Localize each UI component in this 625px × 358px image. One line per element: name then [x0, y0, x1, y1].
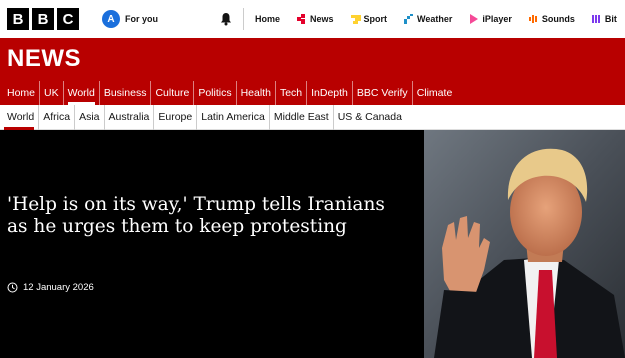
topnav-news[interactable]: News [297, 14, 334, 24]
topnav-weather-label: Weather [417, 14, 453, 24]
main-nav: Home UK World Business Culture Politics … [0, 81, 456, 105]
topnav-bitesize[interactable]: Bit [591, 14, 617, 24]
world-subnav: World Africa Asia Australia Europe Latin… [0, 104, 625, 130]
subnav-australia[interactable]: Australia [105, 104, 155, 130]
topnav-iplayer-label: iPlayer [482, 14, 512, 24]
hero-headline[interactable]: 'Help is on its way,' Trump tells Irania… [7, 194, 402, 238]
topnav-home-label: Home [255, 14, 281, 24]
topnav-sport-label: Sport [363, 14, 388, 24]
news-icon [297, 14, 306, 24]
hero-date: 12 January 2026 [23, 282, 94, 293]
subnav-europe[interactable]: Europe [154, 104, 198, 130]
topnav-home[interactable]: Home [255, 14, 280, 24]
mainnav-politics[interactable]: Politics [194, 81, 237, 105]
topnav-iplayer[interactable]: iPlayer [469, 14, 512, 24]
topnav-sounds[interactable]: Sounds [528, 14, 575, 24]
mainnav-uk[interactable]: UK [40, 81, 64, 105]
for-you-label: For you [125, 14, 158, 24]
topnav-news-label: News [310, 14, 334, 24]
hero-dateline: 12 January 2026 [7, 282, 94, 293]
sport-icon [350, 15, 361, 24]
logo-letter-b1: B [7, 8, 29, 30]
mainnav-indepth[interactable]: InDepth [307, 81, 353, 105]
logo-letter-b2: B [32, 8, 54, 30]
subnav-middle-east[interactable]: Middle East [270, 104, 334, 130]
subnav-us-canada[interactable]: US & Canada [334, 105, 406, 130]
topnav-weather[interactable]: Weather [404, 14, 452, 24]
notifications-bell-icon[interactable] [219, 12, 233, 26]
bitesize-icon [591, 15, 600, 23]
news-header: NEWS Home UK World Business Culture Poli… [0, 38, 625, 105]
avatar: A [102, 10, 120, 28]
subnav-asia[interactable]: Asia [75, 104, 105, 130]
mainnav-health[interactable]: Health [237, 81, 276, 105]
weather-icon [404, 14, 414, 24]
subnav-latin-america[interactable]: Latin America [197, 104, 270, 130]
mainnav-home[interactable]: Home [0, 81, 41, 105]
clock-icon [7, 282, 18, 293]
sounds-icon [528, 15, 537, 23]
hero-photo[interactable] [424, 130, 625, 358]
subnav-world[interactable]: World [0, 104, 40, 130]
logo-letter-c: C [57, 8, 79, 30]
account-link[interactable]: A For you [102, 10, 158, 28]
mainnav-bbc-verify[interactable]: BBC Verify [353, 81, 413, 105]
topnav-sport[interactable]: Sport [350, 14, 388, 24]
iplayer-icon [470, 14, 479, 24]
top-nav: Home News Sport Weather iPlayer Sounds B… [255, 0, 625, 38]
mainnav-culture[interactable]: Culture [151, 81, 195, 105]
hero-story[interactable]: 'Help is on its way,' Trump tells Irania… [0, 130, 625, 358]
mainnav-climate[interactable]: Climate [413, 81, 457, 105]
mainnav-tech[interactable]: Tech [276, 81, 308, 105]
mainnav-business[interactable]: Business [100, 81, 152, 105]
subnav-africa[interactable]: Africa [39, 104, 76, 130]
topnav-bitesize-label: Bit [604, 14, 617, 24]
mainnav-world[interactable]: World [64, 81, 100, 105]
top-divider [243, 8, 244, 30]
bbc-logo[interactable]: B B C [7, 8, 82, 30]
topnav-sounds-label: Sounds [541, 14, 575, 24]
news-wordmark[interactable]: NEWS [7, 45, 81, 73]
